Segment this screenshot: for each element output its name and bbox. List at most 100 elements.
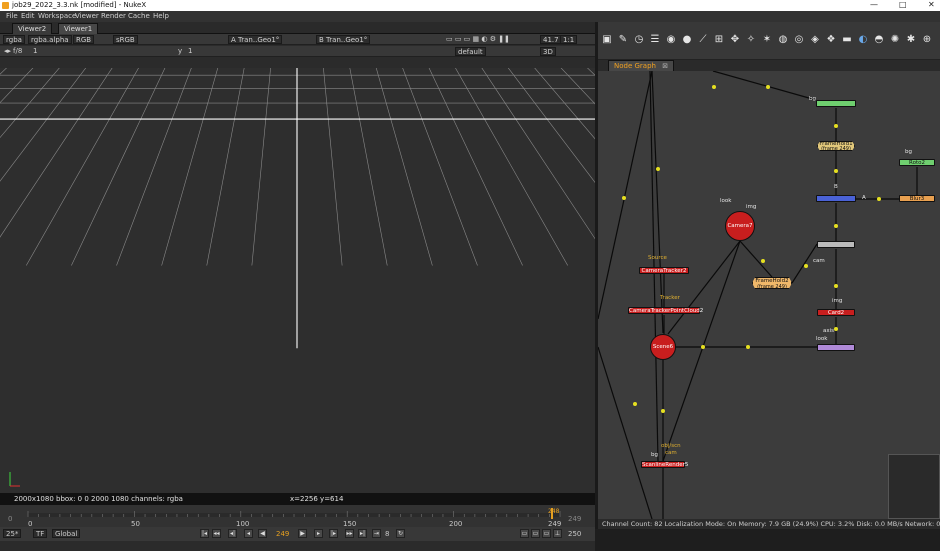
timeline-ruler[interactable] xyxy=(0,505,595,527)
toolsets-icon[interactable]: ❖ xyxy=(825,34,837,46)
tab-viewer1[interactable]: Viewer1 xyxy=(58,23,99,34)
channel-nodes-icon[interactable]: ☰ xyxy=(649,34,661,46)
menu-cache[interactable]: Cache xyxy=(128,12,150,20)
node-scanlinerender[interactable]: ScanlineRender5 xyxy=(641,461,688,468)
alpha-select[interactable]: rgba.alpha xyxy=(28,35,72,44)
menu-workspace[interactable]: Workspace xyxy=(38,12,76,20)
view-mode-select[interactable]: 3D xyxy=(540,47,556,56)
globe-icon[interactable]: ⊕ xyxy=(921,34,933,46)
viewer-icon-strip[interactable]: ▭ ▭ ▭ ▦ ◐ ⚙ ❚❚ xyxy=(446,35,510,43)
out-point-button[interactable]: ▭ xyxy=(531,529,540,538)
increment-field[interactable]: 8 xyxy=(385,530,389,538)
other-nodes-icon[interactable]: ▬ xyxy=(841,34,853,46)
color-nodes-icon[interactable]: ◉ xyxy=(665,34,677,46)
node-scene6[interactable]: Scene6 xyxy=(650,334,676,360)
input-b-select[interactable]: B Tran..Geo1° xyxy=(316,35,371,44)
fstop-value[interactable]: f/8 xyxy=(13,47,22,55)
increment-mode-button[interactable]: ⇥ xyxy=(372,529,381,538)
grid-line xyxy=(251,68,271,266)
menu-help[interactable]: Help xyxy=(153,12,169,20)
node-roto2[interactable]: Roto2 xyxy=(899,159,935,166)
scope-select[interactable]: Global xyxy=(52,529,81,538)
step-forward-button[interactable]: ▸ xyxy=(314,529,323,538)
merge-nodes-icon[interactable]: ⊞ xyxy=(713,34,725,46)
cara-vr-icon[interactable]: ✺ xyxy=(889,34,901,46)
loop-button[interactable]: ↻ xyxy=(396,529,405,538)
ocula-nodes-icon[interactable]: ◓ xyxy=(873,34,885,46)
input-label: obj/scn xyxy=(661,443,681,449)
tab-node-graph[interactable]: Node Graph ⊠ xyxy=(608,60,675,71)
node-framehold1[interactable]: FrameHold1 (frame 249) xyxy=(817,141,855,151)
input-a-select[interactable]: A Tran..Geo1° xyxy=(228,35,283,44)
furnace-nodes-icon[interactable]: ◐ xyxy=(857,34,869,46)
timeline[interactable]: 0 249 248 0 50 100 150 200 249 xyxy=(0,505,595,528)
lut-select[interactable]: sRGB xyxy=(113,35,138,44)
viewer-tabs: Viewer2 Viewer1 xyxy=(0,22,595,34)
filter-nodes-icon[interactable]: ● xyxy=(681,34,693,46)
time-nodes-icon[interactable]: ◷ xyxy=(633,34,645,46)
channels-select[interactable]: rgba xyxy=(3,35,25,44)
menu-edit[interactable]: Edit xyxy=(21,12,35,20)
last-frame-button[interactable]: ▸| xyxy=(358,529,367,538)
node-graph-tabs: Node Graph ⊠ xyxy=(598,60,940,71)
first-frame-button[interactable]: |◂ xyxy=(200,529,209,538)
colorspace-select[interactable]: RGB xyxy=(73,35,95,44)
range-lock-button[interactable]: ⊥ xyxy=(553,529,562,538)
deep-nodes-icon[interactable]: ◍ xyxy=(777,34,789,46)
graph-navigator[interactable] xyxy=(888,454,940,519)
play-backward-button[interactable]: ◀ xyxy=(258,529,267,538)
draw-nodes-icon[interactable]: ✎ xyxy=(617,34,629,46)
next-increment-button[interactable]: |▸ xyxy=(329,529,338,538)
fstop-arrows-icon[interactable]: ◂▸ xyxy=(4,47,11,55)
grid-line xyxy=(0,68,149,266)
node-framehold2[interactable]: FrameHold2 (frame 249) xyxy=(752,277,792,289)
wire-dot xyxy=(633,402,637,406)
frame-field[interactable]: 1 xyxy=(33,47,37,55)
metadata-nodes-icon[interactable]: ◈ xyxy=(809,34,821,46)
node-graph-canvas[interactable]: FrameHold1 (frame 249) Roto2 Blur3 Camer… xyxy=(598,71,940,519)
grid-line xyxy=(402,68,478,266)
views-nodes-icon[interactable]: ◎ xyxy=(793,34,805,46)
transform-nodes-icon[interactable]: ✥ xyxy=(729,34,741,46)
node-card2[interactable]: Card2 xyxy=(817,309,855,316)
node-transformgeo[interactable] xyxy=(817,344,855,351)
tf-select[interactable]: TF xyxy=(33,529,48,538)
node-blur3[interactable]: Blur3 xyxy=(899,195,935,202)
in-point-button[interactable]: ▭ xyxy=(520,529,529,538)
grid-line xyxy=(116,68,192,266)
minimize-button[interactable]: — xyxy=(870,0,878,9)
tab-close-icon[interactable]: ⊠ xyxy=(662,62,668,70)
node-pointcloud[interactable]: CameraTrackerPointCloud2 xyxy=(628,307,703,314)
play-forward-button[interactable]: ▶ xyxy=(298,529,307,538)
range-button[interactable]: ▭ xyxy=(542,529,551,538)
next-key-button[interactable]: ▸▸ xyxy=(345,529,354,538)
image-nodes-icon[interactable]: ▣ xyxy=(601,34,613,46)
node-merge[interactable] xyxy=(816,195,856,202)
grid-line xyxy=(587,68,595,76)
node-camera7[interactable]: Camera7 xyxy=(725,211,755,241)
y-field[interactable]: 1 xyxy=(188,47,192,55)
current-frame-field[interactable]: 249 xyxy=(276,530,289,538)
3d-nodes-icon[interactable]: ✧ xyxy=(745,34,757,46)
node-top[interactable] xyxy=(816,100,856,107)
node-cameratracker2[interactable]: CameraTracker2 xyxy=(639,267,689,274)
tab-viewer2[interactable]: Viewer2 xyxy=(12,23,53,34)
last-frame-field[interactable]: 250 xyxy=(568,530,581,538)
node-dot1[interactable] xyxy=(817,241,855,248)
plugins-icon[interactable]: ✱ xyxy=(905,34,917,46)
ratio-select[interactable]: 1:1 xyxy=(560,35,578,44)
menu-viewer[interactable]: Viewer xyxy=(75,12,99,20)
prev-key-button[interactable]: ◂◂ xyxy=(212,529,221,538)
keyer-nodes-icon[interactable]: ⟋ xyxy=(697,34,709,46)
particles-nodes-icon[interactable]: ✶ xyxy=(761,34,773,46)
step-back-button[interactable]: ◂ xyxy=(244,529,253,538)
fps-select[interactable]: 25* xyxy=(3,529,22,538)
viewer-canvas-3d[interactable] xyxy=(0,68,595,493)
prev-increment-button[interactable]: ◂| xyxy=(228,529,237,538)
close-button[interactable]: ✕ xyxy=(928,0,935,9)
look-select[interactable]: default xyxy=(455,47,486,56)
menu-render[interactable]: Render xyxy=(101,12,126,20)
maximize-button[interactable]: □ xyxy=(899,0,907,9)
gain-value[interactable]: 41.7 xyxy=(540,35,562,44)
menu-file[interactable]: File xyxy=(6,12,18,20)
